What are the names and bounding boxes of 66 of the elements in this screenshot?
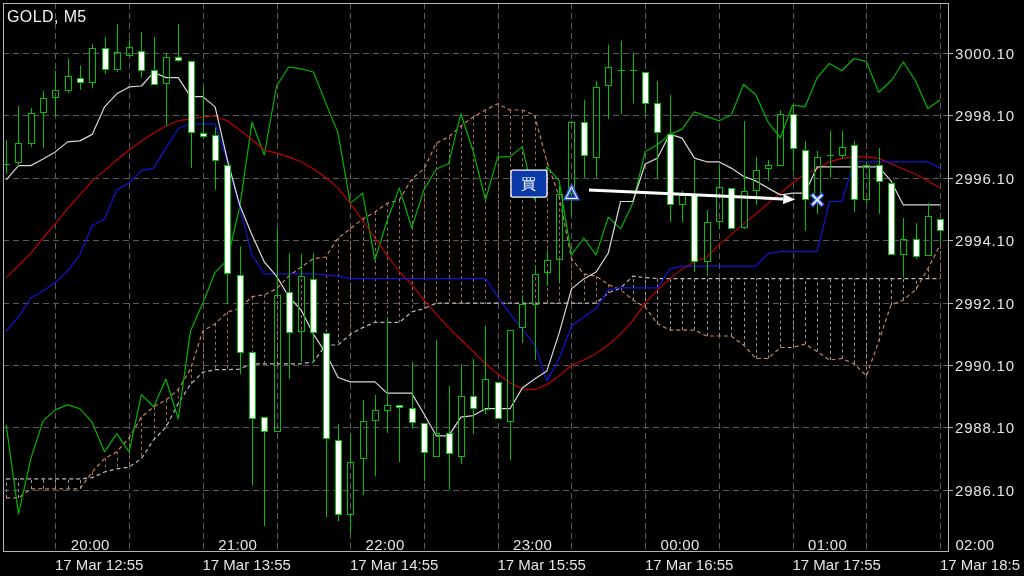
candlestick [925, 202, 932, 256]
candlestick [28, 107, 35, 148]
price-label: 2988.10 [955, 419, 1015, 436]
candlestick [175, 23, 182, 63]
candlestick [15, 105, 22, 167]
time-label: 20:00 [70, 535, 110, 553]
price-label: 2996.10 [955, 170, 1015, 187]
price-label: 2992.10 [955, 295, 1015, 312]
time-label: 23:00 [513, 535, 553, 553]
time-label: 02:00 [955, 535, 995, 553]
candlestick [765, 159, 772, 182]
date-label: 17 Mar 12:55 [55, 555, 144, 573]
date-label: 17 Mar 15:55 [497, 555, 586, 573]
time-label: 22:00 [365, 535, 405, 553]
candlestick [89, 43, 96, 89]
candlestick [138, 31, 145, 79]
candlestick [937, 218, 944, 244]
price-label: 3000.10 [955, 45, 1015, 62]
candlestick [777, 109, 784, 166]
time-label: 21:00 [218, 535, 258, 553]
candlestick [913, 222, 920, 260]
candlestick [40, 90, 47, 149]
candlestick [900, 217, 907, 279]
candlestick [716, 164, 723, 230]
candlestick [114, 23, 121, 73]
price-label: 2994.10 [955, 232, 1015, 249]
chart-title: GOLD, M5 [7, 8, 87, 25]
candlestick [642, 71, 649, 115]
candlestick [77, 64, 84, 91]
date-label: 17 Mar 17:55 [792, 555, 881, 573]
date-label: 17 Mar 18:5 [940, 555, 1021, 573]
candlestick [52, 70, 59, 118]
date-label: 17 Mar 13:55 [202, 555, 291, 573]
price-label: 2998.10 [955, 107, 1015, 124]
price-label: 2990.10 [955, 357, 1015, 374]
candlestick [728, 188, 735, 229]
candlestick [679, 190, 686, 223]
price-label: 2986.10 [955, 482, 1015, 499]
order-badge: 買 [510, 169, 548, 198]
candlestick [65, 58, 72, 94]
candlestick [839, 130, 846, 159]
time-label: 01:00 [808, 535, 848, 553]
candlestick [495, 381, 502, 419]
date-label: 17 Mar 14:55 [350, 555, 439, 573]
candlestick [888, 183, 895, 255]
annotation: 買 [521, 175, 537, 194]
candlestick [753, 156, 760, 206]
candlestick [876, 147, 883, 215]
date-label: 17 Mar 16:55 [645, 555, 734, 573]
candlestick [126, 39, 133, 58]
candlestick [151, 36, 158, 85]
time-label: 00:00 [660, 535, 700, 553]
candlestick [519, 294, 526, 344]
candlestick [544, 249, 551, 287]
candlestick [396, 404, 403, 463]
candlestick [200, 87, 207, 139]
candlestick [212, 127, 219, 191]
candlestick [102, 36, 109, 75]
candlestick [421, 423, 428, 482]
candlestick [826, 130, 835, 179]
candlestick [2, 139, 11, 175]
candlestick [863, 161, 870, 204]
candlestick [409, 361, 416, 430]
candlestick [629, 52, 638, 104]
candlestick [704, 209, 711, 277]
candlestick [790, 106, 797, 173]
